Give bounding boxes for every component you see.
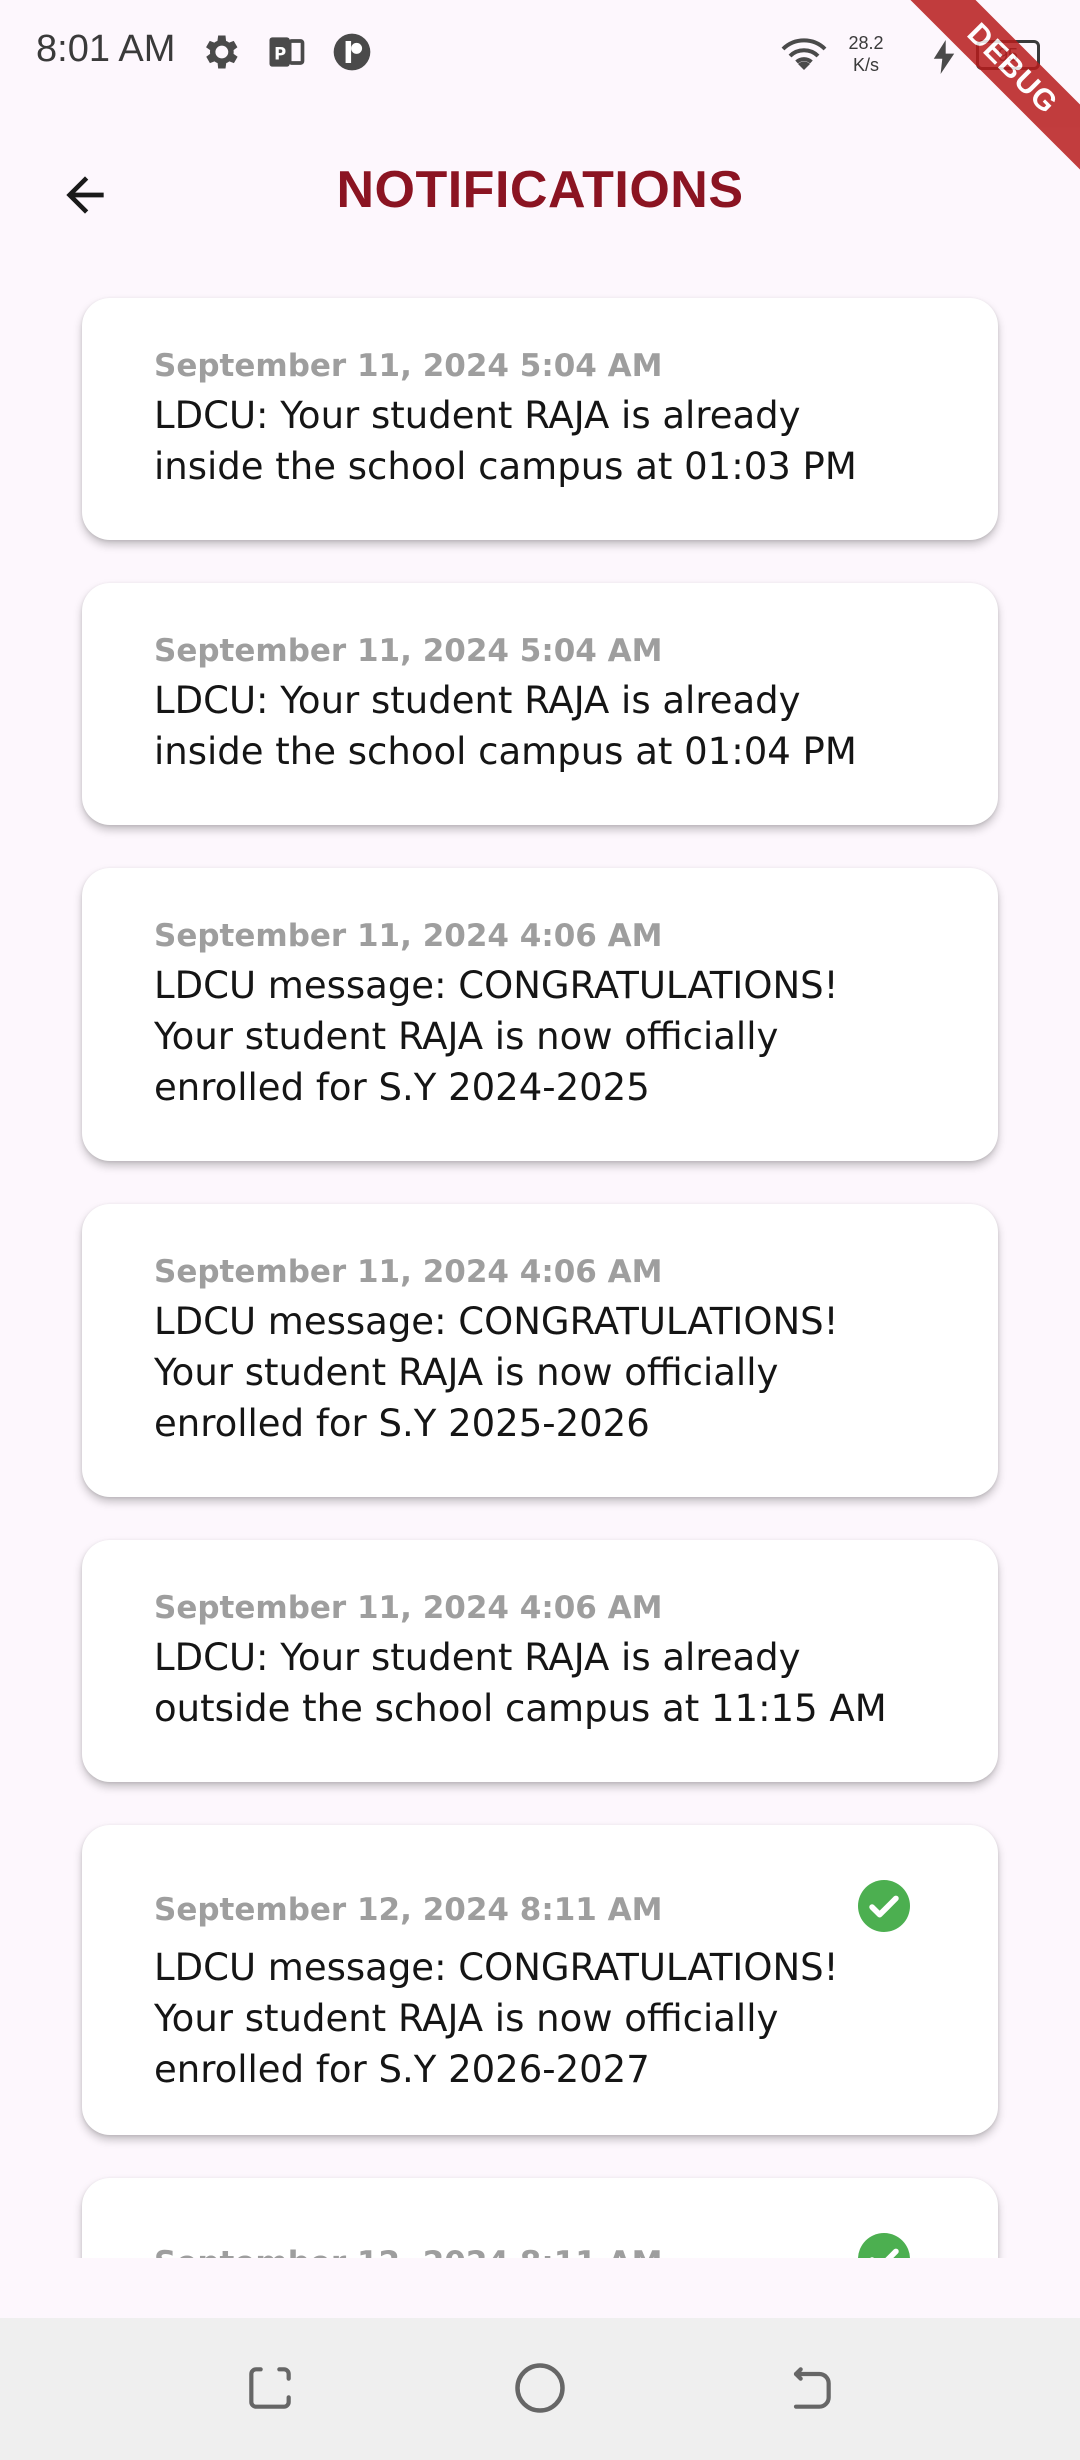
system-navigation-bar <box>0 2318 1080 2460</box>
notification-date: September 11, 2024 4:06 AM <box>154 918 663 954</box>
notification-message: LDCU message: CONGRATULATIONS! Your stud… <box>154 964 839 1109</box>
notification-card[interactable]: September 11, 2024 4:06 AM LDCU message:… <box>82 1204 998 1497</box>
notification-message: LDCU message: CONGRATULATIONS! Your stud… <box>154 1946 839 2091</box>
notification-message: LDCU: Your student RAJA is already outsi… <box>154 1636 887 1730</box>
page-title: NOTIFICATIONS <box>336 161 744 219</box>
recents-icon <box>249 2367 291 2409</box>
notification-card[interactable]: September 11, 2024 4:06 AM LDCU message:… <box>82 868 998 1161</box>
app-badge-icon <box>333 33 371 71</box>
notification-date: September 12, 2024 8:11 AM <box>154 1892 663 1928</box>
network-speed-value: 28.2 <box>848 33 884 53</box>
notification-date: September 12, 2024 8:11 AM <box>154 2245 663 2258</box>
charging-bolt-icon <box>933 40 955 74</box>
status-time: 8:01 AM <box>36 28 176 70</box>
wifi-icon <box>781 38 827 70</box>
back-nav-button[interactable] <box>780 2358 840 2418</box>
recents-button[interactable] <box>240 2358 300 2418</box>
battery-indicator: 95 <box>976 40 1040 70</box>
gear-icon <box>206 35 238 69</box>
network-speed: 28.2 K/s <box>840 32 892 76</box>
notification-card[interactable]: September 11, 2024 5:04 AM LDCU: Your st… <box>82 583 998 825</box>
status-bar: 8:01 AM P 28.2 K/s 95 <box>0 0 1080 110</box>
notification-card[interactable]: September 11, 2024 4:06 AM LDCU: Your st… <box>82 1540 998 1782</box>
notification-date: September 11, 2024 5:04 AM <box>154 348 663 384</box>
notification-message: LDCU: Your student RAJA is already insid… <box>154 679 857 773</box>
check-circle-icon <box>858 2233 910 2258</box>
notification-card[interactable]: September 11, 2024 5:04 AM LDCU: Your st… <box>82 298 998 540</box>
network-speed-unit: K/s <box>852 55 879 75</box>
app-bar: NOTIFICATIONS <box>0 130 1080 260</box>
notification-card[interactable]: September 12, 2024 8:11 AM LDCU message:… <box>82 1825 998 2135</box>
check-circle-icon <box>858 1880 910 1932</box>
notification-message: LDCU: Your student RAJA is already insid… <box>154 394 857 488</box>
publisher-icon: P <box>269 37 305 67</box>
notification-date: September 11, 2024 4:06 AM <box>154 1590 663 1626</box>
home-icon <box>515 2363 565 2413</box>
back-nav-icon <box>793 2367 831 2409</box>
status-right: 28.2 K/s 95 <box>780 30 1040 80</box>
notification-message: LDCU message: CONGRATULATIONS! Your stud… <box>154 1300 839 1445</box>
notification-card[interactable]: September 12, 2024 8:11 AM <box>82 2178 998 2258</box>
notification-date: September 11, 2024 4:06 AM <box>154 1254 663 1290</box>
notification-list[interactable]: September 11, 2024 5:04 AM LDCU: Your st… <box>0 270 1080 2258</box>
notification-date: September 11, 2024 5:04 AM <box>154 633 663 669</box>
svg-text:P: P <box>274 44 286 63</box>
home-button[interactable] <box>510 2358 570 2418</box>
